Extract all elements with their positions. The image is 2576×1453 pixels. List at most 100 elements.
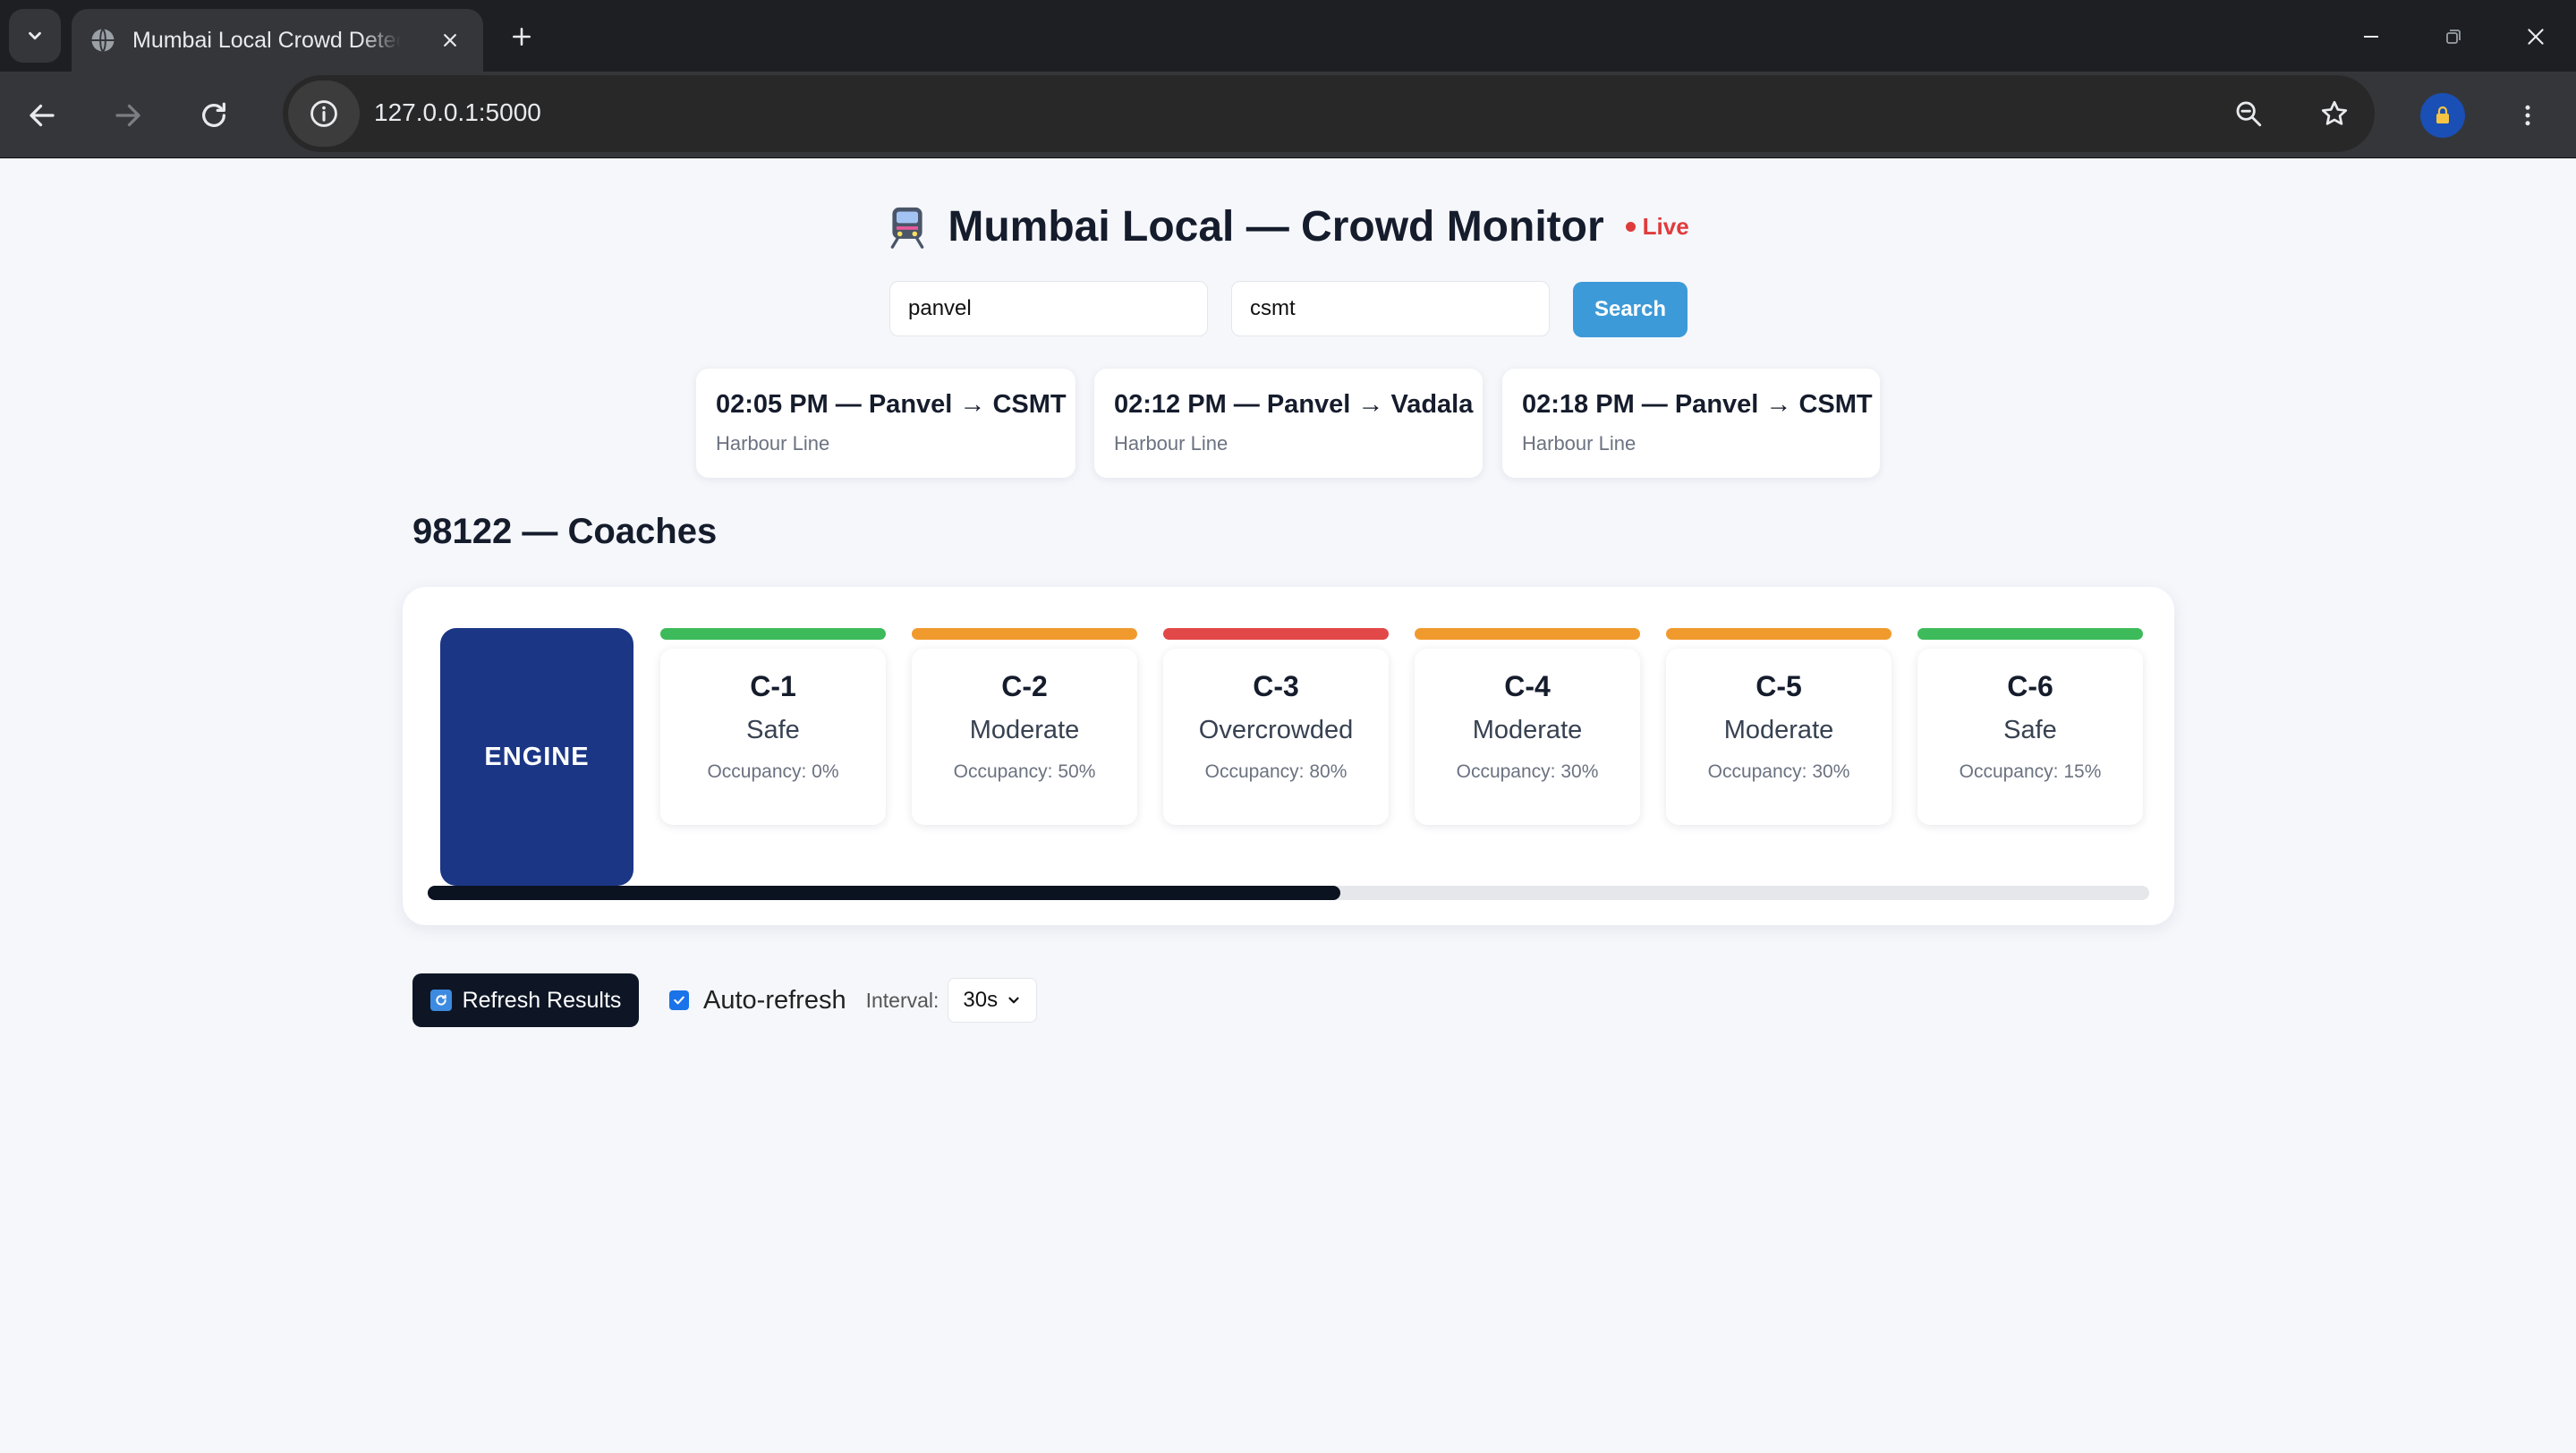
arrow-left-icon (30, 104, 55, 127)
train-card[interactable]: 02:12 PM — Panvel → Vadala Harbour Line (1094, 369, 1483, 478)
plus-icon (513, 28, 531, 46)
url-text: 127.0.0.1:5000 (374, 98, 541, 126)
coach-name: C-2 (1001, 670, 1048, 702)
coach-name: C-5 (1756, 670, 1802, 702)
train-card-title: 02:05 PM — Panvel → CSMT (716, 390, 1067, 419)
restore-window-button[interactable] (2427, 16, 2480, 57)
interval-select[interactable]: 30s (948, 978, 1038, 1023)
coach-card-c6[interactable]: C-6 Safe Occupancy: 15% (1917, 628, 2143, 825)
coach-scrollbar[interactable] (428, 886, 2149, 900)
train-card-title: 02:12 PM — Panvel → Vadala (1114, 390, 1474, 419)
reload-button[interactable] (191, 93, 236, 138)
back-button[interactable] (20, 93, 64, 138)
live-label: Live (1642, 213, 1689, 240)
browser-toolbar: 127.0.0.1:5000 (0, 72, 2576, 158)
to-station-input[interactable] (1231, 281, 1550, 336)
coach-status: Moderate (1723, 716, 1834, 744)
new-tab-button[interactable] (501, 16, 542, 57)
checkmark-icon (674, 996, 684, 1005)
train-card-line: Harbour Line (716, 432, 830, 455)
close-icon (2528, 29, 2544, 45)
arrow-right-icon (115, 104, 140, 127)
refresh-icon (429, 990, 452, 1011)
train-card-line: Harbour Line (1114, 432, 1228, 455)
refresh-controls: Refresh Results Auto-refresh Interval: 3… (412, 973, 1038, 1027)
coach-occupancy: Occupancy: 80% (1204, 761, 1348, 782)
more-vertical-icon (2525, 105, 2530, 126)
engine-block: ENGINE (440, 628, 633, 886)
minimize-icon (2364, 36, 2378, 38)
coach-scrollbar-thumb[interactable] (428, 886, 1340, 900)
close-icon (444, 34, 456, 47)
from-station-input[interactable] (889, 281, 1208, 336)
coach-card-c3[interactable]: C-3 Overcrowded Occupancy: 80% (1163, 628, 1389, 825)
coach-card-c1[interactable]: C-1 Safe Occupancy: 0% (660, 628, 886, 825)
zoom-out-icon (2236, 101, 2262, 127)
coach-panel: ENGINE C-1 Safe Occupancy: 0% C-2 Modera… (403, 587, 2174, 925)
page-title: Mumbai Local — Crowd Monitor (948, 203, 1604, 251)
auto-refresh-checkbox[interactable] (669, 990, 689, 1010)
coach-status: Safe (746, 716, 800, 744)
info-icon (310, 100, 337, 127)
coach-status: Moderate (969, 716, 1080, 744)
coach-status-bar (660, 628, 886, 640)
refresh-results-button[interactable]: Refresh Results (412, 973, 639, 1027)
browser-tab-active[interactable]: Mumbai Local Crowd Detection (72, 9, 483, 72)
page-content: Mumbai Local — Crowd Monitor Live Search… (0, 159, 2576, 1453)
coach-card-c2[interactable]: C-2 Moderate Occupancy: 50% (912, 628, 1137, 825)
coach-status: Overcrowded (1198, 716, 1354, 744)
train-card[interactable]: 02:18 PM — Panvel → CSMT Harbour Line (1502, 369, 1880, 478)
coach-card-c4[interactable]: C-4 Moderate Occupancy: 30% (1415, 628, 1640, 825)
coach-occupancy: Occupancy: 50% (953, 761, 1096, 782)
coach-name: C-3 (1253, 670, 1299, 702)
coach-status: Safe (2003, 716, 2057, 744)
live-dot-icon (1625, 222, 1636, 232)
coach-name: C-1 (750, 670, 796, 702)
close-tab-button[interactable] (437, 27, 463, 54)
auto-refresh-label: Auto-refresh (703, 985, 846, 1015)
extension-button[interactable] (2420, 93, 2465, 138)
coach-occupancy: Occupancy: 0% (707, 761, 839, 782)
restore-icon (2446, 30, 2461, 44)
train-card[interactable]: 02:05 PM — Panvel → CSMT Harbour Line (696, 369, 1075, 478)
minimize-window-button[interactable] (2344, 16, 2398, 57)
coaches-section-title: 98122 — Coaches (412, 512, 718, 551)
bookmark-button[interactable] (2312, 91, 2357, 136)
coach-name: C-4 (1504, 670, 1551, 702)
star-icon (2321, 100, 2348, 125)
lock-icon (2436, 106, 2449, 123)
coach-status: Moderate (1472, 716, 1583, 744)
coach-status-bar (1917, 628, 2143, 640)
coach-status-bar (1666, 628, 1892, 640)
interval-label: Interval: (865, 988, 939, 1012)
train-card-line: Harbour Line (1522, 432, 1637, 455)
coach-status-bar (1163, 628, 1389, 640)
live-indicator: Live (1625, 213, 1689, 241)
browser-tabstrip: Mumbai Local Crowd Detection (0, 0, 2576, 72)
chevron-down-icon (29, 31, 41, 40)
site-info-button[interactable] (288, 81, 360, 147)
address-bar[interactable]: 127.0.0.1:5000 (283, 75, 2375, 152)
interval-value: 30s (963, 988, 999, 1012)
header: Mumbai Local — Crowd Monitor Live (0, 202, 2576, 253)
coach-name: C-6 (2007, 670, 2053, 702)
chevron-down-icon (1008, 997, 1020, 1004)
browser-menu-button[interactable] (2505, 93, 2550, 138)
refresh-results-label: Refresh Results (462, 987, 622, 1013)
globe-icon (91, 28, 115, 53)
close-window-button[interactable] (2509, 16, 2563, 57)
tab-search-button[interactable] (9, 9, 61, 63)
train-icon (891, 207, 924, 249)
coach-status-bar (912, 628, 1137, 640)
coach-occupancy: Occupancy: 30% (1456, 761, 1599, 782)
train-card-title: 02:18 PM — Panvel → CSMT (1522, 390, 1873, 419)
coach-status-bar (1415, 628, 1640, 640)
coach-occupancy: Occupancy: 15% (1959, 761, 2102, 782)
coach-occupancy: Occupancy: 30% (1707, 761, 1850, 782)
tab-title: Mumbai Local Crowd Detection (132, 27, 401, 53)
reload-icon (202, 102, 225, 127)
coach-card-c5[interactable]: C-5 Moderate Occupancy: 30% (1666, 628, 1892, 825)
forward-button[interactable] (106, 93, 150, 138)
search-button[interactable]: Search (1573, 282, 1688, 337)
zoom-button[interactable] (2226, 91, 2271, 136)
